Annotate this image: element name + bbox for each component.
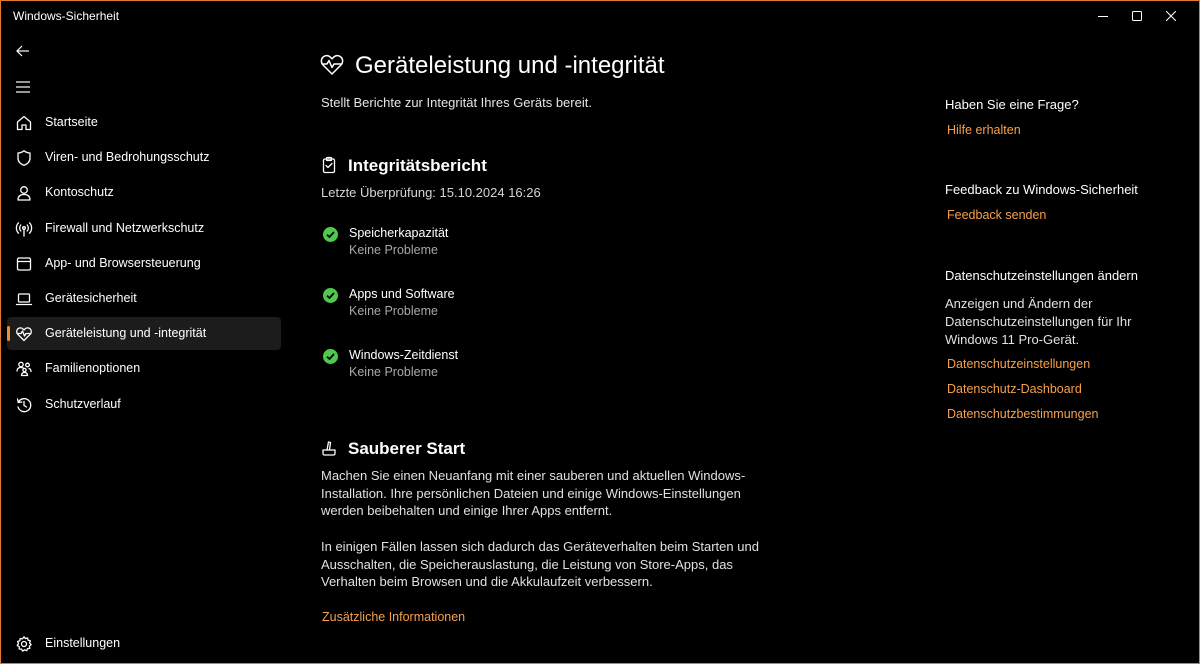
maximize-icon — [1132, 11, 1142, 21]
window-title: Windows-Sicherheit — [13, 9, 120, 23]
sidebar-item-schutzverlauf[interactable]: Schutzverlauf — [1, 387, 283, 422]
sidebar-item-geraetesicherheit[interactable]: Gerätesicherheit — [1, 281, 283, 316]
privacy-dashboard-link[interactable]: Datenschutz-Dashboard — [947, 382, 1082, 396]
feedback-heading: Feedback zu Windows-Sicherheit — [945, 182, 1138, 197]
question-heading: Haben Sie eine Frage? — [945, 97, 1079, 112]
heart-pulse-icon — [15, 325, 33, 343]
page-title: Geräteleistung und -integrität — [355, 52, 665, 79]
sidebar-item-label: Viren- und Bedrohungsschutz — [45, 150, 210, 165]
sidebar-item-label: Schutzverlauf — [45, 396, 121, 411]
sidebar-item-kontoschutz[interactable]: Kontoschutz — [1, 175, 283, 210]
sidebar-item-familienoptionen[interactable]: Familienoptionen — [1, 351, 283, 386]
report-item-status: Keine Probleme — [349, 243, 438, 257]
sidebar-nav: Startseite Viren- und Bedrohungsschutz K… — [1, 105, 283, 422]
sidebar-item-geraeteleistung[interactable]: Geräteleistung und -integrität — [1, 316, 283, 351]
back-arrow-icon[interactable] — [14, 43, 32, 59]
family-icon — [15, 360, 33, 378]
send-feedback-link[interactable]: Feedback senden — [947, 208, 1046, 222]
report-item-name: Windows-Zeitdienst — [349, 348, 459, 362]
laptop-icon — [15, 290, 33, 308]
home-icon — [15, 114, 33, 132]
hamburger-menu-icon[interactable] — [14, 79, 32, 95]
antenna-icon — [15, 220, 33, 238]
privacy-heading: Datenschutzeinstellungen ändern — [945, 268, 1138, 283]
report-item-name: Speicherkapazität — [349, 226, 449, 240]
sidebar-item-einstellungen[interactable]: Einstellungen — [1, 626, 283, 661]
sidebar-item-label: Firewall und Netzwerkschutz — [45, 220, 205, 235]
check-circle-icon — [323, 288, 338, 303]
history-icon — [15, 396, 33, 414]
fresh-start-paragraph-1: Machen Sie einen Neuanfang mit einer sau… — [321, 468, 746, 518]
sidebar-item-firewall[interactable]: Firewall und Netzwerkschutz — [1, 211, 283, 246]
close-icon — [1166, 11, 1176, 21]
sidebar-item-label: Gerätesicherheit — [45, 290, 137, 305]
check-circle-icon — [323, 227, 338, 242]
gear-icon — [15, 635, 33, 653]
settings-label: Einstellungen — [45, 636, 121, 650]
check-circle-icon — [323, 349, 338, 364]
heart-pulse-icon — [320, 54, 344, 75]
shield-icon — [15, 149, 33, 167]
report-item-status: Keine Probleme — [349, 365, 438, 379]
sidebar-item-startseite[interactable]: Startseite — [1, 105, 283, 140]
last-check-text: Letzte Überprüfung: 15.10.2024 16:26 — [321, 185, 541, 200]
sidebar-item-label: App- und Browsersteuerung — [45, 255, 201, 270]
sidebar-item-label: Familienoptionen — [45, 361, 141, 376]
close-button[interactable] — [1148, 1, 1194, 31]
browser-window-icon — [15, 255, 33, 273]
report-item-name: Apps und Software — [349, 287, 455, 301]
page-subtitle: Stellt Berichte zur Integrität Ihres Ger… — [321, 95, 592, 110]
additional-info-link[interactable]: Zusätzliche Informationen — [322, 610, 465, 624]
privacy-settings-link[interactable]: Datenschutzeinstellungen — [947, 357, 1090, 371]
title-bar: Windows-Sicherheit — [1, 1, 1199, 31]
privacy-statement-link[interactable]: Datenschutzbestimmungen — [947, 407, 1098, 421]
sidebar-item-app-browser[interactable]: App- und Browsersteuerung — [1, 246, 283, 281]
fresh-start-title: Sauberer Start — [348, 439, 466, 458]
active-indicator — [7, 326, 10, 342]
app-window: Windows-Sicherheit Startseite Viren- und — [0, 0, 1200, 664]
report-title: Integritätsbericht — [348, 156, 487, 175]
clipboard-check-icon — [320, 156, 338, 174]
person-icon — [15, 184, 33, 202]
report-item-status: Keine Probleme — [349, 304, 438, 318]
privacy-description: Anzeigen und Ändern der Datenschutzeinst… — [945, 296, 1132, 347]
sidebar-item-label: Kontoschutz — [45, 185, 114, 200]
fresh-start-icon — [320, 439, 338, 457]
sidebar-item-label: Startseite — [45, 115, 98, 129]
sidebar-item-label: Geräteleistung und -integrität — [45, 326, 207, 341]
sidebar-item-viren[interactable]: Viren- und Bedrohungsschutz — [1, 140, 283, 175]
fresh-start-paragraph-2: In einigen Fällen lassen sich dadurch da… — [321, 539, 759, 589]
minimize-icon — [1098, 16, 1108, 17]
get-help-link[interactable]: Hilfe erhalten — [947, 123, 1021, 137]
